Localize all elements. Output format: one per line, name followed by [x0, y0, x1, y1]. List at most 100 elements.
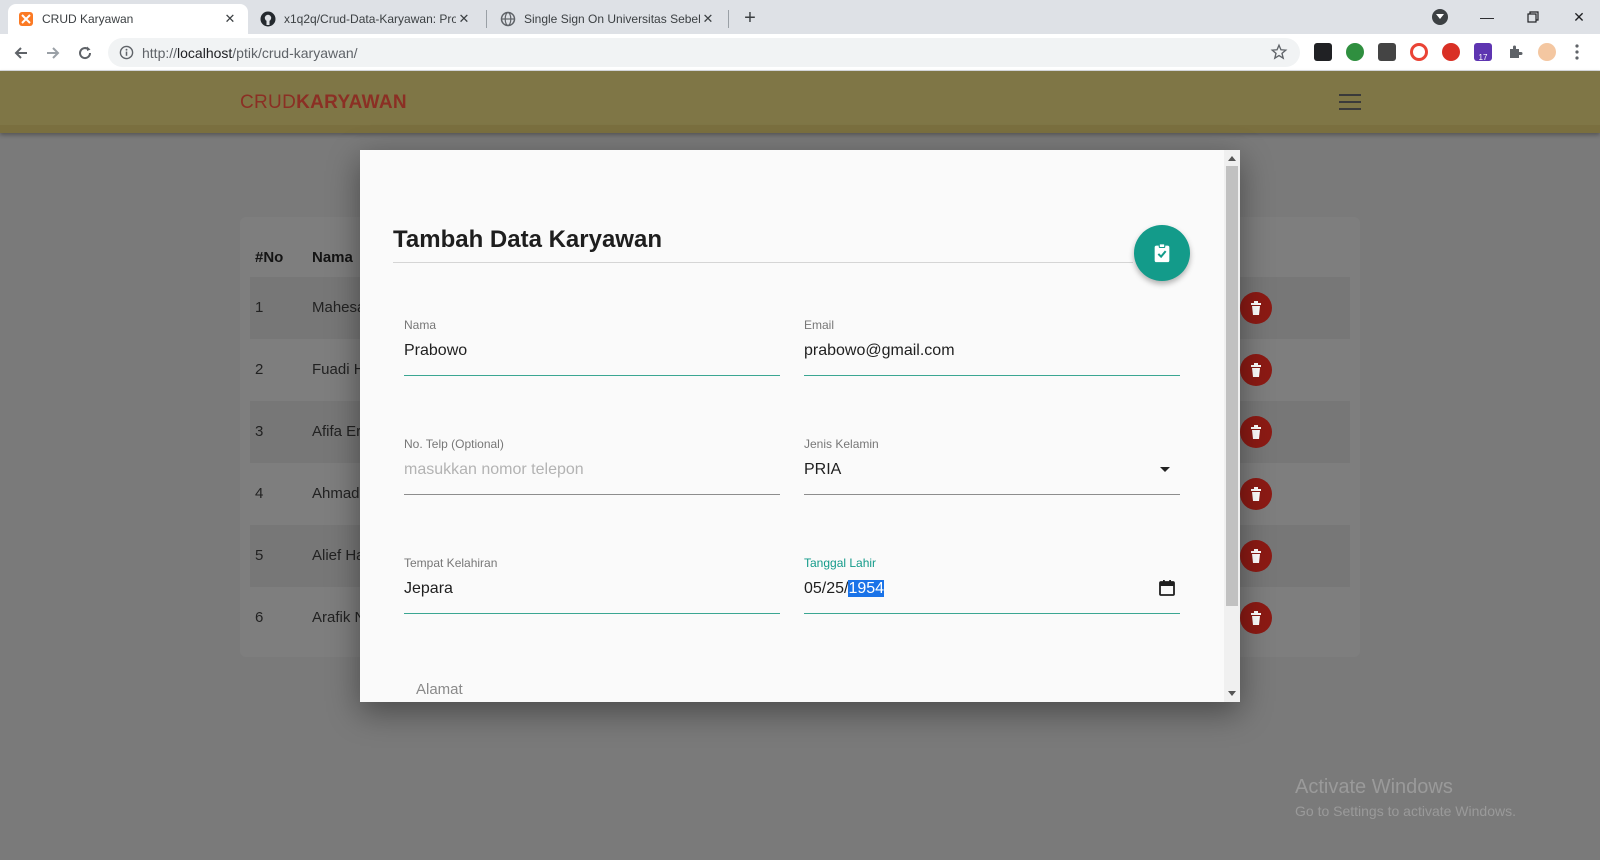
- tab-sso[interactable]: Single Sign On Universitas Sebela ✕: [490, 4, 726, 34]
- new-tab-button[interactable]: +: [738, 7, 762, 31]
- row-nama: Arafik N: [312, 609, 366, 626]
- globe-icon: [500, 11, 516, 27]
- scroll-up-arrow-icon[interactable]: [1228, 156, 1236, 161]
- hamburger-menu-icon[interactable]: [1339, 94, 1361, 110]
- nama-input[interactable]: Prabowo: [404, 342, 467, 360]
- delete-button[interactable]: [1240, 540, 1272, 572]
- nama-label: Nama: [404, 318, 437, 332]
- url-prefix: http://: [142, 44, 178, 61]
- trash-icon: [1251, 611, 1261, 625]
- menu-kebab-icon[interactable]: [1568, 43, 1586, 61]
- row-no: 3: [255, 423, 264, 440]
- nama-field[interactable]: Nama Prabowo: [404, 318, 780, 378]
- close-tab-icon[interactable]: ✕: [222, 11, 238, 27]
- email-label: Email: [804, 318, 835, 332]
- jenis-kelamin-underline: [804, 494, 1180, 495]
- info-icon[interactable]: [119, 45, 134, 63]
- tab-separator: [486, 10, 487, 28]
- tab-github[interactable]: x1q2q/Crud-Data-Karyawan: Pro ✕: [250, 4, 482, 34]
- row-no: 4: [255, 485, 264, 502]
- modal-scrollbar[interactable]: [1224, 150, 1240, 702]
- email-underline: [804, 375, 1180, 376]
- delete-button[interactable]: [1240, 354, 1272, 386]
- delete-button[interactable]: [1240, 292, 1272, 324]
- close-window-icon[interactable]: ✕: [1556, 0, 1600, 34]
- address-bar[interactable]: http://localhost/ptik/crud-karyawan/: [108, 38, 1300, 67]
- profile-avatar-icon[interactable]: [1538, 43, 1556, 61]
- tempat-kelahiran-label: Tempat Kelahiran: [404, 556, 498, 570]
- trash-icon: [1251, 425, 1261, 439]
- jenis-kelamin-label: Jenis Kelamin: [804, 437, 879, 451]
- row-no: 2: [255, 361, 264, 378]
- brand-logo[interactable]: CRUDKARYAWAN: [240, 92, 407, 114]
- tab-crud-karyawan[interactable]: CRUD Karyawan ✕: [8, 4, 248, 34]
- watermark-title: Activate Windows: [1295, 776, 1453, 798]
- extensions-puzzle-icon[interactable]: [1506, 43, 1524, 61]
- row-nama: Fuadi H: [312, 361, 365, 378]
- trash-icon: [1251, 549, 1261, 563]
- brand-bold: KARYAWAN: [296, 92, 407, 113]
- delete-button[interactable]: [1240, 416, 1272, 448]
- jenis-kelamin-select[interactable]: Jenis Kelamin PRIA: [804, 437, 1180, 497]
- trash-icon: [1251, 487, 1261, 501]
- clipboard-check-icon: [1154, 243, 1170, 263]
- extension-news-icon[interactable]: [1378, 43, 1396, 61]
- tanggal-lahir-input[interactable]: 05/25/1954: [804, 580, 885, 598]
- date-year-selected: 1954: [848, 580, 885, 597]
- alamat-label: Alamat: [416, 681, 463, 698]
- extension-graduation-icon[interactable]: 17: [1474, 43, 1492, 62]
- watermark-subtitle: Go to Settings to activate Windows.: [1295, 803, 1516, 819]
- telp-input[interactable]: masukkan nomor telepon: [404, 461, 584, 479]
- row-nama: Ahmad: [312, 485, 360, 502]
- github-icon: [260, 11, 276, 27]
- url-path: /ptik/crud-karyawan/: [232, 44, 358, 61]
- trash-icon: [1251, 301, 1261, 315]
- delete-button[interactable]: [1240, 602, 1272, 634]
- xampp-icon: [18, 11, 34, 27]
- close-tab-icon[interactable]: ✕: [456, 11, 472, 27]
- scrollbar-thumb[interactable]: [1226, 166, 1238, 606]
- row-no: 6: [255, 609, 264, 626]
- telp-field[interactable]: No. Telp (Optional) masukkan nomor telep…: [404, 437, 780, 497]
- row-no: 1: [255, 299, 264, 316]
- nama-underline: [404, 375, 780, 376]
- email-field[interactable]: Email prabowo@gmail.com: [804, 318, 1180, 378]
- delete-button[interactable]: [1240, 478, 1272, 510]
- modal-divider: [393, 262, 1133, 263]
- tanggal-lahir-underline: [804, 613, 1180, 614]
- extension-block-icon[interactable]: [1442, 43, 1460, 61]
- reload-icon[interactable]: [72, 40, 98, 66]
- calendar-icon[interactable]: [1158, 579, 1176, 602]
- extension-badge: 17: [1478, 52, 1488, 62]
- row-no: 5: [255, 547, 264, 564]
- row-nama: Afifa Er: [312, 423, 362, 440]
- bookmark-star-icon[interactable]: [1270, 43, 1288, 64]
- brand-light: CRUD: [240, 92, 297, 113]
- trash-icon: [1251, 363, 1261, 377]
- extension-globe-icon[interactable]: [1346, 43, 1364, 61]
- tab-search-icon[interactable]: [1432, 9, 1448, 25]
- tempat-kelahiran-field[interactable]: Tempat Kelahiran Jepara: [404, 556, 780, 616]
- tempat-kelahiran-underline: [404, 613, 780, 614]
- jenis-kelamin-value[interactable]: PRIA: [804, 461, 841, 479]
- restore-icon[interactable]: [1510, 0, 1556, 34]
- extension-target-icon[interactable]: [1410, 43, 1428, 61]
- close-tab-icon[interactable]: ✕: [700, 11, 716, 27]
- forward-icon[interactable]: [40, 40, 66, 66]
- submit-button[interactable]: [1134, 225, 1190, 281]
- column-header-no: #No: [255, 249, 284, 266]
- extension-video-icon[interactable]: [1314, 43, 1332, 61]
- tanggal-lahir-label: Tanggal Lahir: [804, 556, 877, 570]
- email-input[interactable]: prabowo@gmail.com: [804, 342, 955, 360]
- tanggal-lahir-field[interactable]: Tanggal Lahir 05/25/1954: [804, 556, 1180, 616]
- windows-activation-watermark: Activate Windows Go to Settings to activ…: [1295, 776, 1516, 819]
- scroll-down-arrow-icon[interactable]: [1228, 691, 1236, 696]
- minimize-icon[interactable]: —: [1464, 0, 1510, 34]
- tempat-kelahiran-input[interactable]: Jepara: [404, 580, 453, 598]
- back-icon[interactable]: [8, 40, 34, 66]
- dropdown-arrow-icon[interactable]: [1160, 467, 1170, 472]
- telp-label: No. Telp (Optional): [404, 437, 504, 451]
- row-nama: Alief Ha: [312, 547, 365, 564]
- browser-toolbar: http://localhost/ptik/crud-karyawan/ 17: [0, 34, 1600, 71]
- column-header-nama: Nama: [312, 249, 353, 266]
